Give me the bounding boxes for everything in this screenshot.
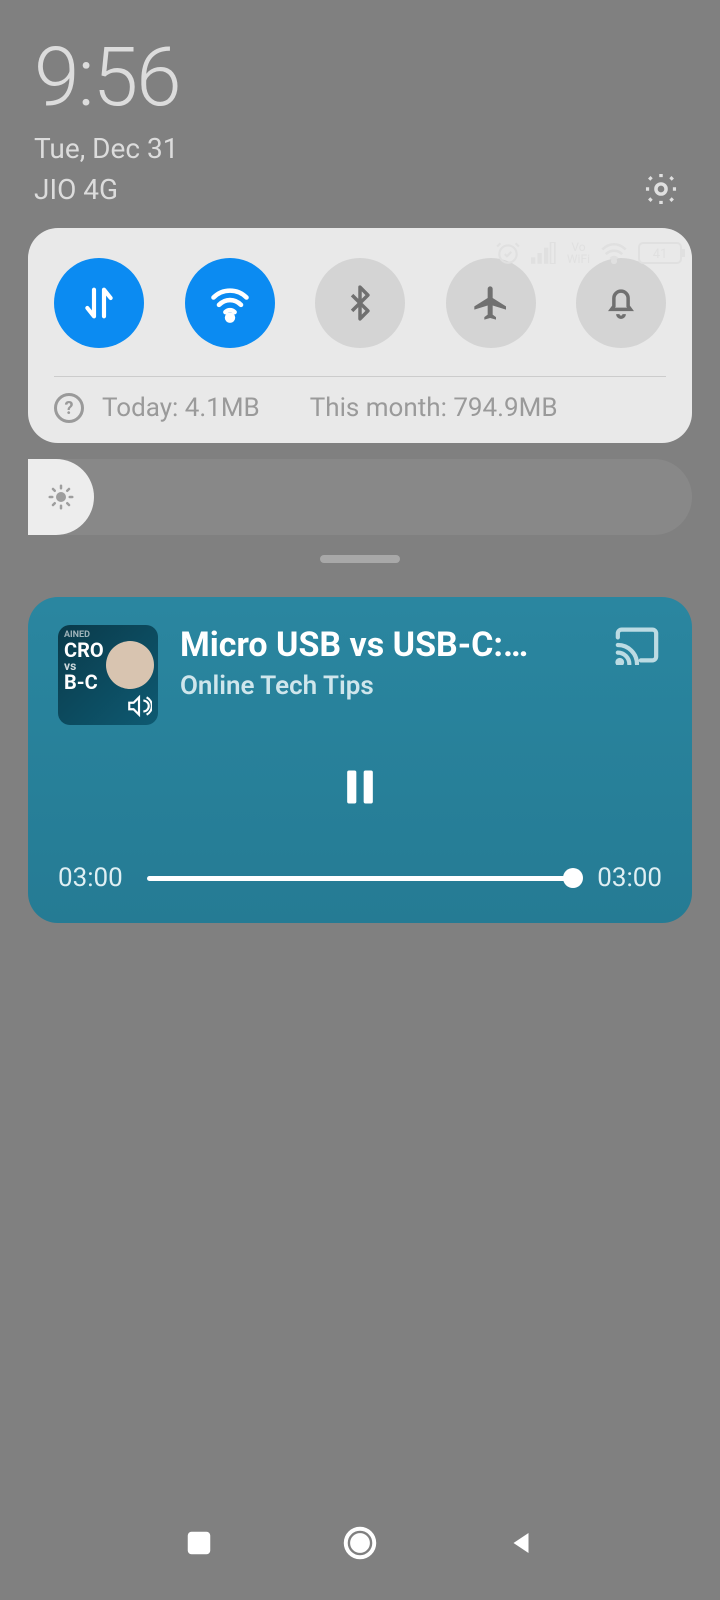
brightness-icon xyxy=(46,482,76,512)
bluetooth-toggle[interactable] xyxy=(315,258,405,348)
data-arrows-icon xyxy=(79,283,119,323)
progress-bar[interactable] xyxy=(147,876,574,881)
square-icon xyxy=(184,1528,214,1558)
airplane-icon xyxy=(471,283,511,323)
wifi-status-icon xyxy=(600,242,628,264)
cast-icon xyxy=(614,625,660,665)
alarm-icon xyxy=(495,240,521,266)
status-icons: VoWiFi 41 xyxy=(495,240,686,266)
elapsed-time: 03:00 xyxy=(58,863,123,893)
divider xyxy=(54,376,666,377)
brightness-knob[interactable] xyxy=(28,459,94,535)
home-button[interactable] xyxy=(341,1524,379,1566)
speaker-icon xyxy=(126,693,152,719)
circle-icon xyxy=(341,1524,379,1562)
pause-icon xyxy=(338,763,382,811)
media-source: Online Tech Tips xyxy=(180,671,592,701)
dnd-toggle[interactable] xyxy=(576,258,666,348)
status-header: 9:56 Tue, Dec 31 JIO 4G xyxy=(0,0,720,206)
usage-today: Today: 4.1MB xyxy=(102,393,260,423)
battery-icon: 41 xyxy=(638,242,686,264)
recents-button[interactable] xyxy=(184,1528,214,1562)
settings-button[interactable] xyxy=(642,170,680,212)
data-usage-row[interactable]: ? Today: 4.1MB This month: 794.9MB xyxy=(54,393,666,423)
signal-icon xyxy=(531,242,557,264)
progress-thumb[interactable] xyxy=(563,868,583,888)
carrier-label: JIO 4G xyxy=(34,173,118,206)
navigation-bar xyxy=(0,1524,720,1566)
bell-icon xyxy=(602,284,640,322)
media-notification[interactable]: AINED CRO vs B-C Micro USB vs USB-C:… On… xyxy=(28,597,692,923)
total-time: 03:00 xyxy=(597,863,662,893)
pause-button[interactable] xyxy=(58,763,662,815)
usage-month: This month: 794.9MB xyxy=(310,393,558,423)
panel-drag-handle[interactable] xyxy=(320,555,400,563)
airplane-toggle[interactable] xyxy=(446,258,536,348)
clock: 9:56 xyxy=(34,30,686,126)
back-button[interactable] xyxy=(506,1528,536,1562)
gear-icon xyxy=(642,170,680,208)
date-label: Tue, Dec 31 xyxy=(34,132,686,165)
vowifi-label: VoWiFi xyxy=(567,241,590,265)
help-icon: ? xyxy=(54,393,84,423)
bluetooth-icon xyxy=(341,284,379,322)
triangle-back-icon xyxy=(506,1528,536,1558)
brightness-slider[interactable] xyxy=(28,459,692,535)
wifi-toggle[interactable] xyxy=(185,258,275,348)
mobile-data-toggle[interactable] xyxy=(54,258,144,348)
media-thumbnail: AINED CRO vs B-C xyxy=(58,625,158,725)
media-title: Micro USB vs USB-C:… xyxy=(180,625,592,665)
cast-button[interactable] xyxy=(614,625,662,669)
svg-text:41: 41 xyxy=(653,247,668,262)
wifi-icon xyxy=(208,281,252,325)
